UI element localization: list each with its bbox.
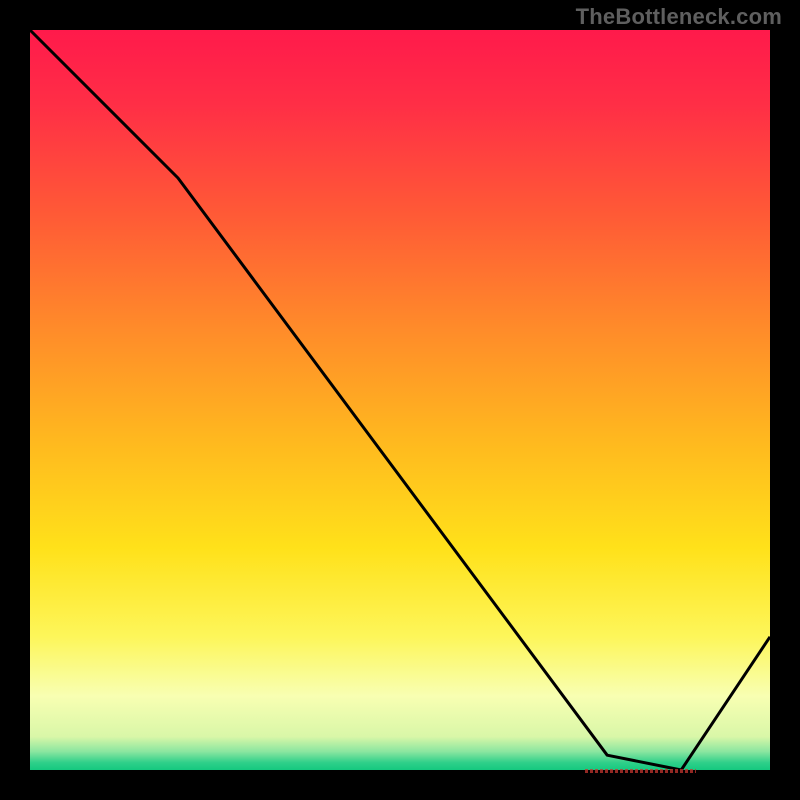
bottleneck-chart (0, 0, 800, 800)
chart-container: TheBottleneck.com (0, 0, 800, 800)
attribution-text: TheBottleneck.com (576, 4, 782, 30)
